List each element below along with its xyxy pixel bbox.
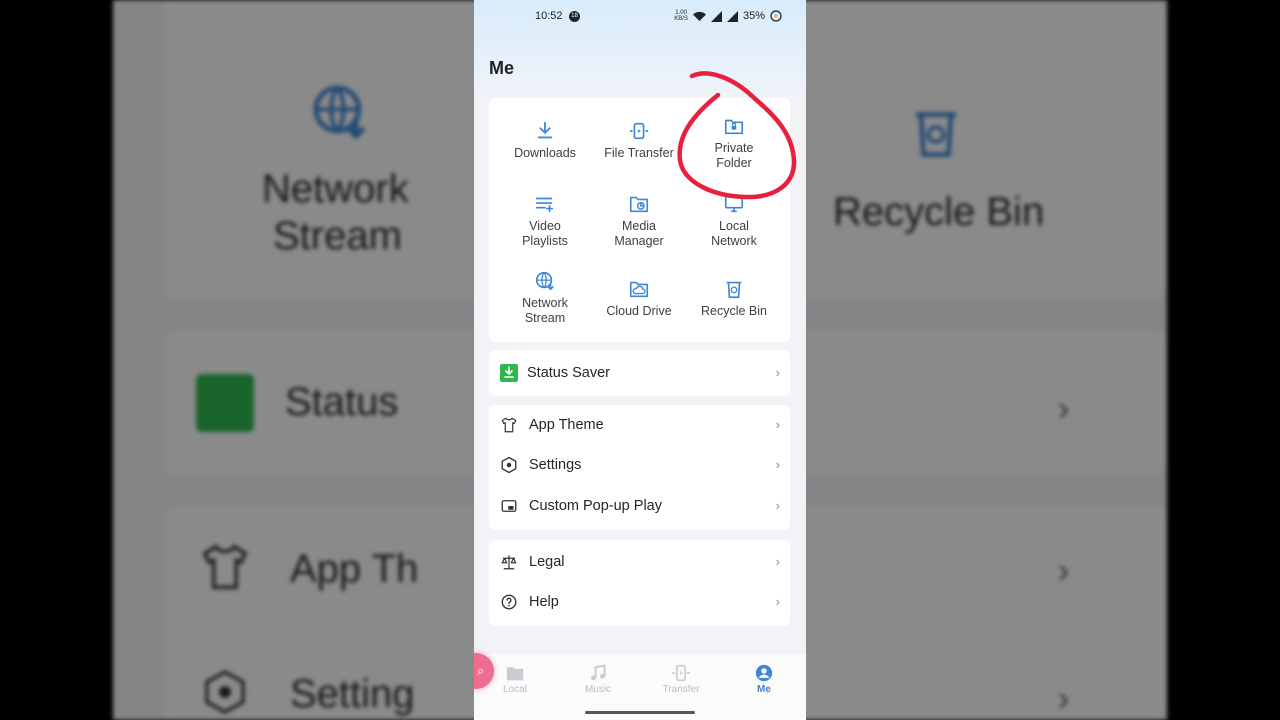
tool-label: Recycle Bin: [701, 304, 767, 318]
monitor-icon: [724, 195, 744, 213]
chevron-right-icon: ›: [775, 498, 780, 513]
network-speed: 1.00 KB/S: [674, 10, 688, 22]
battery-percent: 35%: [742, 10, 765, 22]
bg-chevron: ›: [1058, 390, 1070, 428]
tool-label: Private Folder: [714, 141, 754, 170]
chevron-right-icon: ›: [775, 554, 780, 569]
tool-label: Local Network: [711, 219, 757, 248]
help-row[interactable]: Help ›: [489, 582, 790, 622]
private-folder-icon: [724, 119, 744, 135]
battery-saver-icon: [770, 10, 782, 22]
tool-local-network[interactable]: Local Network: [684, 193, 784, 249]
popup-play-row[interactable]: Custom Pop-up Play ›: [489, 486, 790, 526]
status-saver-icon: [500, 364, 518, 382]
status-saver-label: Status Saver: [527, 365, 611, 381]
settings-label: Settings: [529, 457, 582, 473]
status-saver-card: Status Saver ›: [489, 350, 790, 396]
file-transfer-icon: [629, 122, 649, 140]
tool-label: Cloud Drive: [606, 304, 672, 318]
tool-label: Media Manager: [614, 219, 664, 248]
phone-screen: 10:52 18 1.00 KB/S 35% Me Downloads File…: [474, 0, 806, 720]
bg-settings-icon: [205, 670, 245, 714]
speed-unit: KB/S: [674, 16, 688, 22]
legal-row[interactable]: Legal ›: [489, 542, 790, 582]
popup-play-icon: [501, 500, 517, 512]
signal-icon: [726, 10, 738, 22]
tab-label: Local: [503, 684, 527, 695]
tab-me[interactable]: Me: [734, 664, 794, 695]
settings-icon: [501, 456, 517, 474]
status-saver-row[interactable]: Status Saver ›: [489, 353, 790, 393]
home-indicator: [585, 711, 695, 714]
app-theme-label: App Theme: [529, 417, 604, 433]
tool-label: Network Stream: [522, 296, 568, 325]
app-theme-row[interactable]: App Theme ›: [489, 405, 790, 445]
transfer-icon: [672, 664, 690, 682]
tool-private-folder[interactable]: Private Folder: [684, 115, 784, 171]
signal-icon: [710, 10, 722, 22]
bg-status-icon: [196, 374, 254, 432]
bg-text-settings: Setting: [290, 672, 415, 716]
page-title: Me: [489, 58, 515, 78]
bg-text-stream: Stream: [273, 214, 402, 258]
tab-transfer[interactable]: Transfer: [651, 664, 711, 695]
chevron-right-icon: ›: [775, 417, 780, 432]
settings-row[interactable]: Settings ›: [489, 445, 790, 485]
bg-text-status: Status: [285, 380, 399, 424]
tool-cloud-drive[interactable]: Cloud Drive: [589, 278, 689, 319]
bg-text-network: Network: [262, 167, 409, 211]
tools-card: Downloads File Transfer Private Folder V…: [489, 98, 790, 342]
bg-chevron: ›: [1058, 680, 1070, 718]
recycle-bin-icon: [726, 281, 742, 299]
music-icon: [591, 664, 606, 681]
wifi-icon: [692, 11, 706, 21]
bg-globe-icon: [313, 85, 366, 140]
chevron-right-icon: ›: [775, 365, 780, 380]
tool-network-stream[interactable]: Network Stream: [495, 270, 595, 326]
tab-label: Music: [584, 684, 612, 695]
tool-downloads[interactable]: Downloads: [495, 120, 595, 161]
shirt-icon: [501, 417, 517, 433]
popup-play-label: Custom Pop-up Play: [529, 498, 662, 514]
status-bar: 10:52 18 1.00 KB/S 35%: [474, 8, 806, 26]
help-icon: [501, 594, 517, 610]
tab-label: Transfer: [662, 684, 700, 695]
tool-video-playlists[interactable]: Video Playlists: [495, 193, 595, 249]
legal-label: Legal: [529, 554, 565, 570]
search-icon: ⌕: [477, 663, 485, 678]
tab-local[interactable]: Local: [485, 664, 545, 695]
tab-label: Me: [757, 684, 771, 695]
tool-label: File Transfer: [604, 146, 674, 160]
bg-text-recycle: Recycle Bin: [833, 190, 1045, 234]
bg-text-theme: App Th: [290, 547, 419, 591]
tool-media-manager[interactable]: Media Manager: [589, 193, 689, 249]
cloud-drive-icon: [629, 281, 649, 298]
download-icon: [537, 121, 553, 139]
help-label: Help: [529, 594, 559, 610]
bg-shirt-icon: [202, 544, 248, 589]
tool-file-transfer[interactable]: File Transfer: [589, 120, 689, 161]
playlist-icon: [535, 197, 554, 213]
tool-label: Video Playlists: [522, 219, 568, 248]
notification-badge: 18: [569, 11, 580, 22]
chevron-right-icon: ›: [775, 594, 780, 609]
bg-chevron: ›: [1058, 552, 1070, 590]
folder-icon: [506, 667, 524, 681]
bg-recycle-icon: [916, 112, 956, 157]
network-stream-icon: [535, 271, 554, 291]
info-card: Legal › Help ›: [489, 540, 790, 626]
person-icon: [755, 664, 773, 682]
clock: 10:52: [535, 10, 563, 22]
scales-icon: [501, 555, 517, 570]
tool-label: Downloads: [514, 146, 576, 160]
tab-music[interactable]: Music: [568, 664, 628, 695]
chevron-right-icon: ›: [775, 457, 780, 472]
media-manager-icon: [629, 196, 649, 213]
tool-recycle-bin[interactable]: Recycle Bin: [684, 278, 784, 319]
preferences-card: App Theme › Settings › Custom Pop-up Pla…: [489, 405, 790, 530]
